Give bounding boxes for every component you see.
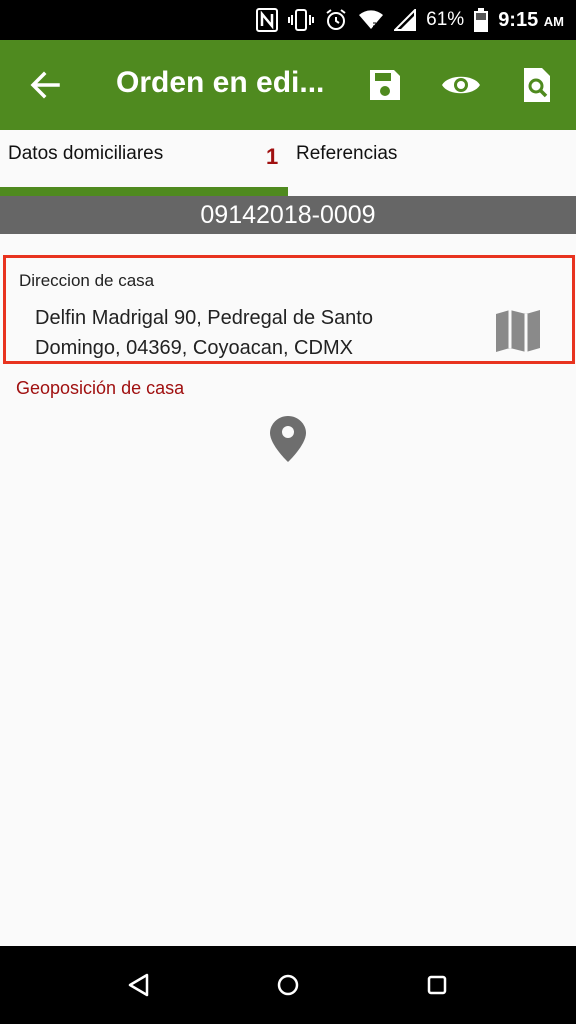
tab-label: Datos domiciliares [8,143,164,164]
wifi-icon [358,9,384,31]
battery-icon [474,8,489,32]
battery-percent: 61% [426,9,465,30]
address-value: Delfin Madrigal 90, Pedregal de Santo Do… [35,303,455,363]
alarm-icon [324,8,348,32]
address-field[interactable]: Direccion de casa Delfin Madrigal 90, Pe… [3,255,575,364]
status-bar: 61% 9:15 AM [0,0,576,40]
geoposition-label: Geoposición de casa [16,378,185,398]
tab-referencias[interactable]: Referencias [288,130,576,196]
tab-bar: Datos domiciliares Referencias [0,130,576,196]
address-line-2: Domingo, 04369, Coyoacan, CDMX [35,337,353,359]
recents-square-icon[interactable] [418,966,456,1004]
address-line-1: Delfin Madrigal 90, Pedregal de Santo [35,307,373,329]
save-icon[interactable] [364,64,406,106]
order-number-banner: 09142018-0009 [0,196,576,234]
vibrate-icon [288,8,315,32]
system-nav-bar [0,946,576,1024]
arrow-back-icon[interactable] [24,64,66,106]
search-document-icon[interactable] [516,64,558,106]
home-circle-icon[interactable] [269,966,307,1004]
address-label: Direccion de casa [19,271,155,290]
nfc-icon [256,8,279,32]
map-icon[interactable] [494,308,542,354]
app-toolbar: Orden en edi... [0,40,576,130]
back-triangle-icon[interactable] [120,966,158,1004]
page-title: Orden en edi... [116,66,325,99]
signal-icon [394,9,417,31]
tab-label: Referencias [296,143,398,164]
tab-selected-indicator [0,187,288,196]
clock: 9:15 AM [498,8,564,31]
eye-icon[interactable] [440,64,482,106]
location-pin-icon[interactable] [268,414,308,464]
tab-error-badge: 1 [266,144,279,169]
